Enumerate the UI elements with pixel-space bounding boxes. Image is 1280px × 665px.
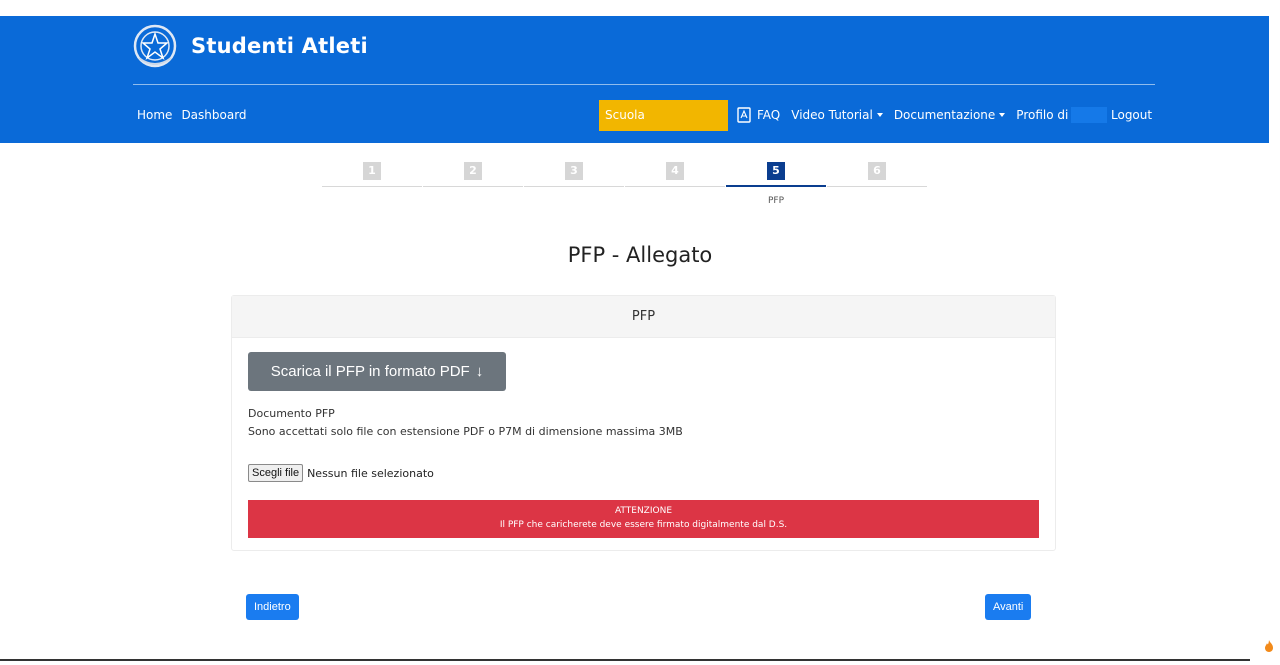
brand-title: Studenti Atleti: [191, 34, 368, 58]
download-pfp-label: Scarica il PFP in formato PDF: [270, 363, 470, 380]
step-6[interactable]: 6: [827, 162, 927, 195]
flame-icon: [1265, 640, 1273, 652]
nav-profilo-label: Profilo di: [1016, 108, 1069, 122]
step-underline: [423, 186, 523, 187]
secondary-nav: FAQ Video Tutorial Documentazione Profil…: [737, 107, 1126, 123]
choose-file-button[interactable]: Scegli file: [248, 464, 304, 482]
nav-documentazione[interactable]: Documentazione: [893, 108, 1006, 122]
alert-title: ATTENZIONE: [614, 506, 673, 516]
back-button[interactable]: Indietro: [246, 594, 299, 620]
step-underline: [827, 186, 927, 187]
step-underline: [322, 186, 422, 187]
document-label: Documento PFP: [248, 407, 335, 420]
file-status-text: Nessun file selezionato: [307, 466, 434, 480]
step-number: 6: [868, 162, 886, 180]
step-3[interactable]: 3: [524, 162, 624, 195]
nav-faq[interactable]: FAQ: [737, 107, 780, 123]
brand[interactable]: Studenti Atleti: [133, 24, 368, 68]
nav-profilo[interactable]: Profilo di: [1016, 107, 1115, 123]
step-number: 3: [565, 162, 583, 180]
top-header: Studenti Atleti Home Dashboard Scuola FA…: [0, 16, 1269, 143]
pfp-card: PFP Scarica il PFP in formato PDF ↓ Docu…: [231, 295, 1056, 551]
header-divider: [133, 84, 1155, 85]
page-title: PFP - Allegato: [567, 243, 713, 267]
arrow-down-icon: ↓: [475, 363, 484, 380]
step-label: PFP: [767, 196, 785, 206]
step-number: 5: [767, 162, 785, 180]
step-underline: [524, 186, 624, 187]
bottom-divider: [0, 659, 1250, 661]
download-pfp-button[interactable]: Scarica il PFP in formato PDF ↓: [248, 352, 506, 391]
chevron-down-icon: [876, 113, 883, 117]
nav-logout[interactable]: Logout: [1111, 108, 1152, 122]
nav-home[interactable]: Home: [137, 108, 172, 122]
alert-text: Il PFP che caricherete deve essere firma…: [499, 520, 788, 530]
warning-alert: ATTENZIONE Il PFP che caricherete deve e…: [248, 500, 1039, 538]
nav-dashboard[interactable]: Dashboard: [181, 108, 246, 122]
next-button[interactable]: Avanti: [985, 594, 1032, 620]
italian-republic-emblem-icon: [133, 24, 177, 68]
wizard-stepper: 1 2 3 4 5 PFP 6: [322, 162, 928, 222]
step-number: 4: [666, 162, 684, 180]
nav-faq-label: FAQ: [757, 108, 781, 122]
nav-video-tutorial-label: Video Tutorial: [791, 108, 873, 122]
nav-documentazione-label: Documentazione: [893, 108, 996, 122]
step-underline: [625, 186, 725, 187]
step-number: 1: [363, 162, 381, 180]
scuola-selector[interactable]: Scuola: [599, 100, 728, 131]
step-5[interactable]: 5 PFP: [726, 162, 826, 207]
main-nav: Home Dashboard: [137, 108, 247, 122]
chevron-down-icon: [999, 113, 1006, 117]
file-input: Scegli file Nessun file selezionato: [248, 464, 434, 482]
pdf-file-icon: [737, 107, 751, 123]
card-header: PFP: [232, 296, 1055, 338]
redacted-user-name: [1071, 107, 1108, 123]
nav-video-tutorial[interactable]: Video Tutorial: [791, 108, 883, 122]
step-4[interactable]: 4: [625, 162, 725, 195]
step-number: 2: [464, 162, 482, 180]
step-1[interactable]: 1: [322, 162, 422, 195]
step-2[interactable]: 2: [423, 162, 523, 195]
file-requirements-note: Sono accettati solo file con estensione …: [248, 425, 683, 438]
step-underline: [726, 185, 826, 187]
